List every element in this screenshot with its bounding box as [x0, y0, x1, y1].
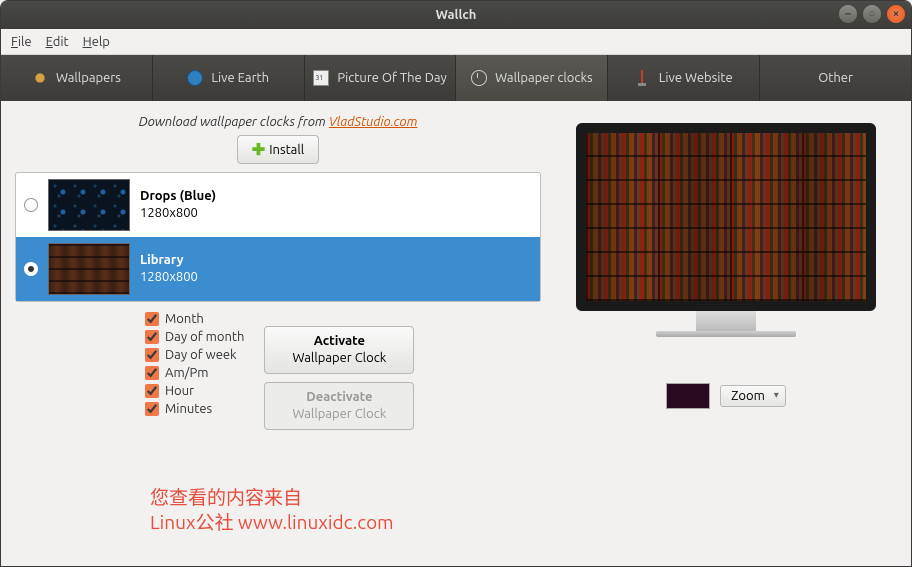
- deactivate-wallpaper-clock-button: DeactivateWallpaper Clock: [264, 382, 414, 430]
- radio-library[interactable]: [24, 262, 38, 276]
- check-day-of-month[interactable]: Day of month: [145, 330, 244, 344]
- check-day-of-week[interactable]: Day of week: [145, 348, 244, 362]
- radio-drops-blue[interactable]: [24, 198, 38, 212]
- clock-item-name: Library: [140, 252, 198, 269]
- close-button[interactable]: ×: [887, 5, 905, 23]
- main-tabbar: Wallpapers Live Earth Picture Of The Day…: [1, 55, 911, 101]
- tab-live-earth[interactable]: Live Earth: [152, 55, 304, 101]
- wallpaper-clock-list[interactable]: Drops (Blue) 1280x800 Library 1280x800: [15, 172, 541, 302]
- background-color-swatch[interactable]: [666, 383, 710, 409]
- activate-wallpaper-clock-button[interactable]: ActivateWallpaper Clock: [264, 326, 414, 374]
- clock-item-resolution: 1280x800: [140, 205, 216, 222]
- feature-checkboxes: Month Day of month Day of week Am/Pm Hou…: [145, 312, 244, 430]
- left-pane: Download wallpaper clocks from VladStudi…: [15, 115, 541, 552]
- tab-other[interactable]: Other: [759, 55, 911, 101]
- monitor-preview: [566, 123, 886, 353]
- window-title: Wallch: [1, 8, 911, 22]
- clock-icon: [471, 70, 487, 86]
- tab-picture-of-the-day[interactable]: Picture Of The Day: [304, 55, 456, 101]
- vladstudio-link[interactable]: VladStudio.com: [329, 115, 418, 129]
- tab-wallpapers[interactable]: Wallpapers: [1, 55, 152, 101]
- clock-item-name: Drops (Blue): [140, 188, 216, 205]
- check-am-pm[interactable]: Am/Pm: [145, 366, 244, 380]
- clock-item-library[interactable]: Library 1280x800: [16, 237, 540, 301]
- preview-pane: Zoom: [555, 115, 897, 552]
- check-hour[interactable]: Hour: [145, 384, 244, 398]
- thumbnail-drops-blue: [48, 179, 130, 231]
- check-month[interactable]: Month: [145, 312, 244, 326]
- menubar: File Edit Help: [1, 29, 911, 55]
- titlebar: Wallch – ○ ×: [1, 1, 911, 29]
- sun-icon: [32, 70, 48, 86]
- menu-help[interactable]: Help: [83, 35, 110, 49]
- preview-screen: [576, 123, 876, 311]
- tab-live-website[interactable]: Live Website: [607, 55, 759, 101]
- download-hint: Download wallpaper clocks from VladStudi…: [15, 115, 541, 129]
- install-button[interactable]: ✚ Install: [237, 135, 319, 164]
- check-minutes[interactable]: Minutes: [145, 402, 244, 416]
- calendar-icon: [313, 70, 329, 86]
- fit-mode-select[interactable]: Zoom: [720, 385, 786, 407]
- watermark-text: 您查看的内容来自 Linux公社 www.linuxidc.com: [150, 485, 394, 534]
- menu-file[interactable]: File: [11, 35, 32, 49]
- thumbnail-library: [48, 243, 130, 295]
- minimize-button[interactable]: –: [839, 5, 857, 23]
- plus-icon: ✚: [252, 140, 265, 159]
- globe-icon: [187, 70, 203, 86]
- menu-edit[interactable]: Edit: [46, 35, 69, 49]
- maximize-button[interactable]: ○: [863, 5, 881, 23]
- antenna-icon: [635, 70, 651, 86]
- tab-wallpaper-clocks[interactable]: Wallpaper clocks: [455, 55, 607, 101]
- clock-item-resolution: 1280x800: [140, 269, 198, 286]
- clock-item-drops-blue[interactable]: Drops (Blue) 1280x800: [16, 173, 540, 237]
